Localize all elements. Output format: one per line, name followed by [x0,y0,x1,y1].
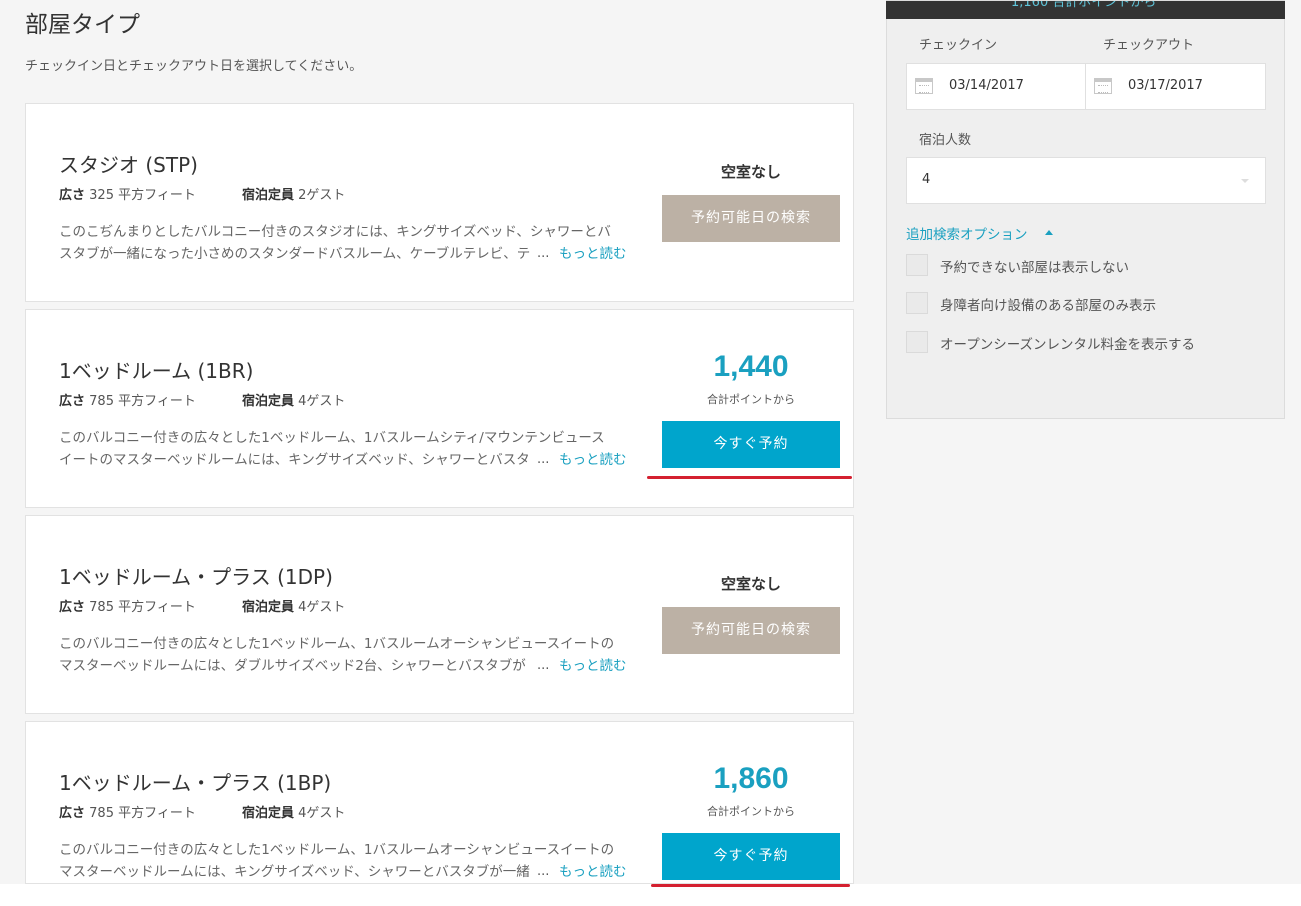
ellipsis: ... [537,452,550,467]
capacity-value: 2ゲスト [298,188,346,203]
ellipsis: ... [537,246,550,261]
checkin-date-value: 03/14/2017 [949,78,1024,93]
size-label: 広さ [59,806,86,821]
read-more-link[interactable]: もっと読む [559,449,627,471]
checkin-label: チェックイン [919,38,998,53]
calendar-icon [1094,78,1112,94]
advanced-options-toggle[interactable]: 追加検索オプション [906,223,1028,243]
search-panel: 1,160 合計ポイントから チェックイン チェックアウト 03/14/2017… [886,0,1285,419]
page-title: 部屋タイプ [25,12,140,38]
highlight-underline [647,476,852,479]
date-range-input: 03/14/2017 03/17/2017 [906,63,1266,110]
room-name: 1ベッドルーム (1BR) [59,359,254,383]
description-line: イートのマスターベッドルームには、キングサイズベッド、シャワーとバスタ [59,452,530,468]
ellipsis: ... [537,864,550,879]
size-value: 325 平方フィート [89,188,196,203]
option-label: オープンシーズンレンタル料金を表示する [940,337,1196,353]
price-points: 1,860 [713,762,789,795]
description-line: このこぢんまりとしたバルコニー付きのスタジオには、キングサイズベッド、シャワーと… [59,224,611,240]
size-label: 広さ [59,188,86,203]
checkbox[interactable] [906,292,928,314]
capacity: 宿泊定員 4ゲスト [242,802,345,821]
checkbox[interactable] [906,254,928,276]
no-vacancy-label: 空室なし [720,575,781,593]
description-line: マスターベッドルームには、キングサイズベッド、シャワーとバスタブが一緒 [59,864,530,880]
room-meta: 広さ 785 平方フィート 宿泊定員 4ゲスト [59,802,345,821]
room-card-1dp: 1ベッドルーム・プラス (1DP) 広さ 785 平方フィート 宿泊定員 4ゲス… [25,515,854,714]
guests-select[interactable]: 4 [906,157,1266,204]
capacity-label: 宿泊定員 [242,806,295,821]
size-value: 785 平方フィート [89,806,196,821]
checkout-date-field[interactable]: 03/17/2017 [1086,64,1266,109]
page-subtitle: チェックイン日とチェックアウト日を選択してください。 [25,59,363,74]
capacity-value: 4ゲスト [298,600,346,615]
calendar-icon [915,78,933,94]
room-meta: 広さ 785 平方フィート 宿泊定員 4ゲスト [59,596,345,615]
book-now-button[interactable]: 今すぐ予約 [662,833,840,880]
checkout-date-value: 03/17/2017 [1128,78,1203,93]
read-more-link[interactable]: もっと読む [559,655,627,677]
room-description: このバルコニー付きの広々とした1ベッドルーム、1バスルームオーシャンビュースイー… [59,839,639,883]
guests-label: 宿泊人数 [919,133,972,148]
description-line: このバルコニー付きの広々とした1ベッドルーム、1バスルームオーシャンビュースイー… [59,636,615,652]
capacity: 宿泊定員 4ゲスト [242,390,345,409]
checkbox[interactable] [906,331,928,353]
price-points: 1,440 [713,350,789,383]
room-card-stp: スタジオ (STP) 広さ 325 平方フィート 宿泊定員 2ゲスト このこぢん… [25,103,854,302]
room-description: このバルコニー付きの広々とした1ベッドルーム、1バスルームオーシャンビュースイー… [59,633,639,677]
room-name: 1ベッドルーム・プラス (1DP) [59,565,333,589]
room-description: このバルコニー付きの広々とした1ベッドルーム、1バスルームシティ/マウンテンビュ… [59,427,639,471]
search-available-dates-button[interactable]: 予約可能日の検索 [662,607,840,654]
chevron-up-icon[interactable] [1045,230,1053,235]
option-label: 予約できない部屋は表示しない [940,260,1129,276]
capacity-value: 4ゲスト [298,806,346,821]
room-meta: 広さ 325 平方フィート 宿泊定員 2ゲスト [59,184,345,203]
capacity-label: 宿泊定員 [242,600,295,615]
price-note: 合計ポイントから [707,805,795,818]
price-banner-text: 1,160 合計ポイントから [1011,1,1157,10]
size-value: 785 平方フィート [89,600,196,615]
capacity-value: 4ゲスト [298,394,346,409]
guests-value: 4 [922,172,931,187]
size-label: 広さ [59,394,86,409]
chevron-down-icon [1241,179,1249,183]
room-meta: 広さ 785 平方フィート 宿泊定員 4ゲスト [59,390,345,409]
room-name: 1ベッドルーム・プラス (1BP) [59,771,332,795]
capacity: 宿泊定員 4ゲスト [242,596,345,615]
room-card-1bp: 1ベッドルーム・プラス (1BP) 広さ 785 平方フィート 宿泊定員 4ゲス… [25,721,854,884]
capacity: 宿泊定員 2ゲスト [242,184,345,203]
read-more-link[interactable]: もっと読む [559,243,627,265]
ellipsis: ... [537,658,550,673]
description-line: このバルコニー付きの広々とした1ベッドルーム、1バスルームオーシャンビュースイー… [59,842,615,858]
book-now-button[interactable]: 今すぐ予約 [662,421,840,468]
read-more-link[interactable]: もっと読む [559,861,627,883]
capacity-label: 宿泊定員 [242,394,295,409]
option-label: 身障者向け設備のある部屋のみ表示 [940,298,1156,314]
room-name: スタジオ (STP) [59,153,198,177]
description-line: スタブが一緒になった小さめのスタンダードバスルーム、ケーブルテレビ、テ [59,246,531,262]
checkin-date-field[interactable]: 03/14/2017 [907,64,1085,109]
size-value: 785 平方フィート [89,394,196,409]
highlight-underline [651,884,850,887]
page-bottom-strip [0,884,1301,906]
price-note: 合計ポイントから [707,393,795,406]
size-label: 広さ [59,600,86,615]
no-vacancy-label: 空室なし [720,163,781,181]
search-available-dates-button[interactable]: 予約可能日の検索 [662,195,840,242]
description-line: このバルコニー付きの広々とした1ベッドルーム、1バスルームシティ/マウンテンビュ… [59,430,605,446]
price-banner: 1,160 合計ポイントから [886,1,1285,19]
description-line: マスターベッドルームには、ダブルサイズベッド2台、シャワーとバスタブが [59,658,526,674]
checkout-label: チェックアウト [1103,38,1195,53]
room-description: このこぢんまりとしたバルコニー付きのスタジオには、キングサイズベッド、シャワーと… [59,221,639,265]
capacity-label: 宿泊定員 [242,188,295,203]
